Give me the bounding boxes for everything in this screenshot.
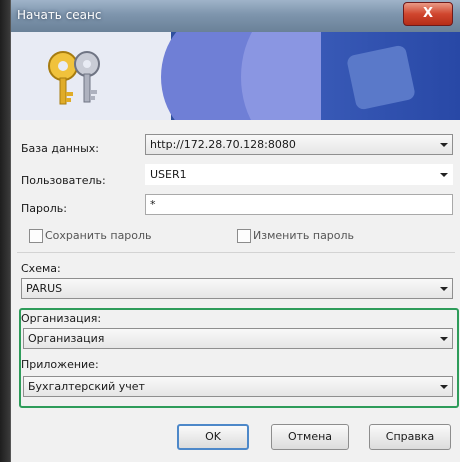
save-password-checkbox[interactable] — [29, 229, 43, 243]
application-label: Приложение: — [21, 358, 99, 371]
password-field[interactable]: * — [145, 194, 453, 215]
header-banner — [11, 32, 460, 120]
cancel-button[interactable]: Отмена — [271, 424, 349, 450]
login-dialog: Начать сеанс X База данных: http://172.2… — [10, 0, 460, 462]
chevron-down-icon — [440, 337, 448, 341]
password-value: * — [150, 198, 156, 211]
application-combobox[interactable]: Бухгалтерский учет — [23, 376, 453, 397]
chevron-down-icon — [440, 143, 448, 147]
change-password-checkbox[interactable] — [237, 229, 251, 243]
organization-combobox[interactable]: Организация — [23, 328, 453, 349]
database-label: База данных: — [21, 142, 100, 155]
close-button[interactable]: X — [403, 2, 453, 26]
window-title: Начать сеанс — [17, 8, 102, 22]
background-edge — [0, 0, 10, 462]
ok-button[interactable]: OK — [177, 424, 249, 450]
title-bar: Начать сеанс X — [11, 0, 460, 32]
organization-label: Организация: — [21, 312, 102, 325]
user-combobox[interactable]: USER1 — [145, 164, 453, 185]
user-label: Пользователь: — [21, 174, 106, 187]
chevron-down-icon — [440, 173, 448, 177]
schema-value: PARUS — [26, 282, 63, 295]
change-password-label: Изменить пароль — [253, 229, 355, 242]
save-password-label: Сохранить пароль — [45, 229, 152, 242]
divider — [17, 252, 455, 253]
chevron-down-icon — [440, 287, 448, 291]
application-value: Бухгалтерский учет — [28, 380, 145, 393]
user-value: USER1 — [150, 168, 187, 181]
close-icon: X — [422, 6, 434, 21]
keys-icon — [48, 51, 100, 105]
chevron-down-icon — [440, 385, 448, 389]
database-value: http://172.28.70.128:8080 — [150, 138, 296, 151]
password-label: Пароль: — [21, 202, 67, 215]
schema-label: Схема: — [21, 262, 61, 275]
database-combobox[interactable]: http://172.28.70.128:8080 — [145, 134, 453, 155]
schema-combobox[interactable]: PARUS — [21, 278, 453, 299]
help-button[interactable]: Справка — [369, 424, 451, 450]
organization-value: Организация — [28, 332, 105, 345]
